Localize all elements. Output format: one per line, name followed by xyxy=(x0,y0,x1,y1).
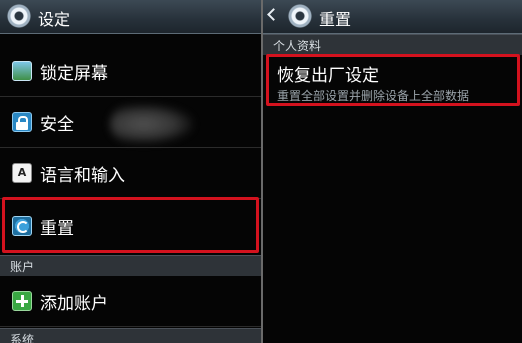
section-header-system: 系统 xyxy=(0,328,261,343)
reset-panel: 重置 个人资料 恢复出厂设定 重置全部设置并删除设备上全部数据 xyxy=(263,0,522,343)
screen-lock-icon xyxy=(12,61,32,81)
menu-item-label: 语言和输入 xyxy=(40,166,125,186)
reset-title: 重置 xyxy=(319,10,352,29)
settings-title-bar: 设定 xyxy=(0,0,261,34)
section-header-label: 个人资料 xyxy=(273,39,322,53)
add-icon xyxy=(12,291,32,311)
section-header-label: 账户 xyxy=(10,260,35,274)
settings-title: 设定 xyxy=(38,10,71,29)
blurred-watermark xyxy=(110,104,194,144)
menu-item-add-account[interactable]: 添加账户 xyxy=(0,276,261,327)
section-header-accounts: 账户 xyxy=(0,255,261,276)
menu-item-language-input[interactable]: A 语言和输入 xyxy=(0,148,261,199)
settings-gear-icon xyxy=(6,3,32,29)
menu-item-label: 安全 xyxy=(40,115,74,135)
menu-item-label: 添加账户 xyxy=(40,294,108,314)
back-arrow-icon[interactable] xyxy=(267,8,280,21)
reset-title-bar: 重置 xyxy=(263,0,522,34)
menu-item-label: 锁定屏幕 xyxy=(40,64,108,84)
factory-reset-highlight-box xyxy=(266,54,520,106)
section-header-personal-data: 个人资料 xyxy=(263,34,522,55)
reset-highlight-box xyxy=(2,197,259,253)
menu-item-lock-screen[interactable]: 锁定屏幕 xyxy=(0,46,261,97)
section-header-label: 系统 xyxy=(10,333,35,343)
lock-icon xyxy=(12,112,32,132)
settings-gear-icon xyxy=(287,3,313,29)
language-icon: A xyxy=(12,163,32,183)
settings-panel: 设定 锁定屏幕 安全 A 语言和输入 重置 账户 添加账户 系统 xyxy=(0,0,261,343)
